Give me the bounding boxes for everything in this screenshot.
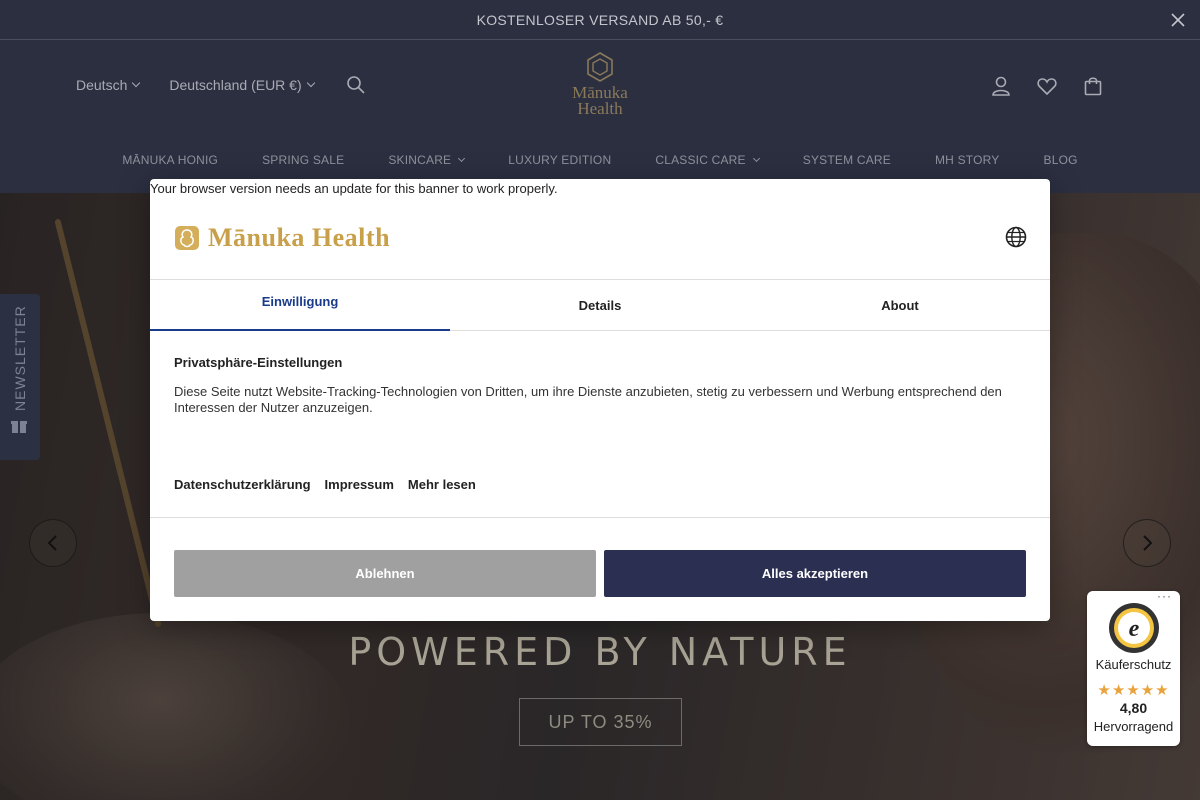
newsletter-tab[interactable]: NEWSLETTER bbox=[0, 294, 40, 460]
read-more-link[interactable]: Mehr lesen bbox=[408, 477, 476, 492]
accept-all-button[interactable]: Alles akzeptieren bbox=[604, 550, 1026, 597]
rating-stars: ★★★★★ bbox=[1097, 682, 1170, 699]
region-label: Deutschland (EUR €) bbox=[169, 77, 302, 93]
hero-tagline: POWERED BY NATURE bbox=[348, 630, 852, 674]
gift-icon bbox=[11, 421, 27, 433]
language-label: Deutsch bbox=[76, 77, 128, 93]
region-select[interactable]: Deutschland (EUR €) bbox=[169, 77, 315, 93]
logo-line-2: Health bbox=[577, 99, 623, 118]
rating-verdict: Hervorragend bbox=[1093, 719, 1174, 734]
consent-tabs: Einwilligung Details About bbox=[150, 279, 1050, 331]
close-icon[interactable] bbox=[1168, 10, 1188, 30]
tab-about[interactable]: About bbox=[750, 280, 1050, 330]
hero-cta-button[interactable]: UP TO 35% bbox=[519, 698, 682, 746]
carousel-prev-button[interactable] bbox=[29, 519, 77, 567]
globe-language-icon[interactable] bbox=[1005, 226, 1027, 248]
announcement-text: KOSTENLOSER VERSAND AB 50,- € bbox=[476, 11, 724, 28]
language-select[interactable]: Deutsch bbox=[76, 77, 141, 93]
nav-item-classic-care[interactable]: CLASSIC CARE bbox=[655, 153, 760, 167]
trusted-shops-badge[interactable]: ··· e Käuferschutz ★★★★★ 4,80 Hervorrage… bbox=[1087, 589, 1180, 746]
newsletter-label: NEWSLETTER bbox=[12, 305, 28, 411]
nav-item-mh-story[interactable]: MH STORY bbox=[935, 153, 1000, 167]
site-logo[interactable]: Mānuka Health bbox=[560, 51, 640, 123]
site-header: Deutsch Deutschland (EUR €) Mānuka Healt… bbox=[0, 41, 1200, 193]
svg-text:e: e bbox=[1129, 616, 1140, 642]
tab-einwilligung[interactable]: Einwilligung bbox=[150, 280, 450, 331]
main-nav: MĀNUKA HONIG SPRING SALE SKINCARE LUXURY… bbox=[0, 153, 1200, 167]
dialog-brand-name: Mānuka Health bbox=[208, 223, 391, 252]
chevron-down-icon bbox=[132, 78, 141, 88]
chevron-left-icon bbox=[47, 535, 57, 551]
carousel-next-button[interactable] bbox=[1123, 519, 1171, 567]
deny-button[interactable]: Ablehnen bbox=[174, 550, 596, 597]
nav-item-skincare[interactable]: SKINCARE bbox=[388, 153, 466, 167]
nav-item-luxury-edition[interactable]: LUXURY EDITION bbox=[508, 153, 611, 167]
announcement-bar: KOSTENLOSER VERSAND AB 50,- € bbox=[0, 0, 1200, 40]
dialog-logo: Mānuka Health bbox=[174, 223, 391, 252]
logo-mark-icon bbox=[587, 52, 613, 82]
chevron-down-icon bbox=[306, 78, 315, 88]
trust-label: Käuferschutz bbox=[1095, 657, 1172, 672]
nav-item-spring-sale[interactable]: SPRING SALE bbox=[262, 153, 344, 167]
cart-bag-icon[interactable] bbox=[1082, 75, 1104, 97]
more-options-icon[interactable]: ··· bbox=[1157, 589, 1172, 603]
nav-item-manuka-honig[interactable]: MĀNUKA HONIG bbox=[122, 153, 218, 167]
browser-update-notice: Your browser version needs an update for… bbox=[150, 181, 558, 196]
privacy-settings-description: Diese Seite nutzt Website-Tracking-Techn… bbox=[174, 384, 1002, 415]
divider bbox=[150, 517, 1050, 518]
tab-details[interactable]: Details bbox=[450, 280, 750, 330]
privacy-settings-title: Privatsphäre-Einstellungen bbox=[174, 355, 343, 370]
imprint-link[interactable]: Impressum bbox=[325, 477, 394, 492]
policy-links: Datenschutzerklärung Impressum Mehr lese… bbox=[174, 477, 476, 492]
chevron-right-icon bbox=[1143, 535, 1153, 551]
chevron-down-icon bbox=[752, 154, 760, 163]
nav-item-system-care[interactable]: SYSTEM CARE bbox=[803, 153, 891, 167]
privacy-policy-link[interactable]: Datenschutzerklärung bbox=[174, 477, 311, 492]
search-icon[interactable] bbox=[346, 75, 366, 95]
account-icon[interactable] bbox=[990, 75, 1012, 97]
cookie-consent-dialog: Your browser version needs an update for… bbox=[150, 179, 1050, 621]
honeycomb-logo-icon bbox=[175, 226, 199, 250]
nav-item-blog[interactable]: BLOG bbox=[1044, 153, 1078, 167]
chevron-down-icon bbox=[458, 154, 466, 163]
rating-value: 4,80 bbox=[1119, 700, 1148, 716]
trusted-shops-seal-icon: e bbox=[1109, 603, 1159, 653]
wishlist-heart-icon[interactable] bbox=[1036, 75, 1058, 97]
